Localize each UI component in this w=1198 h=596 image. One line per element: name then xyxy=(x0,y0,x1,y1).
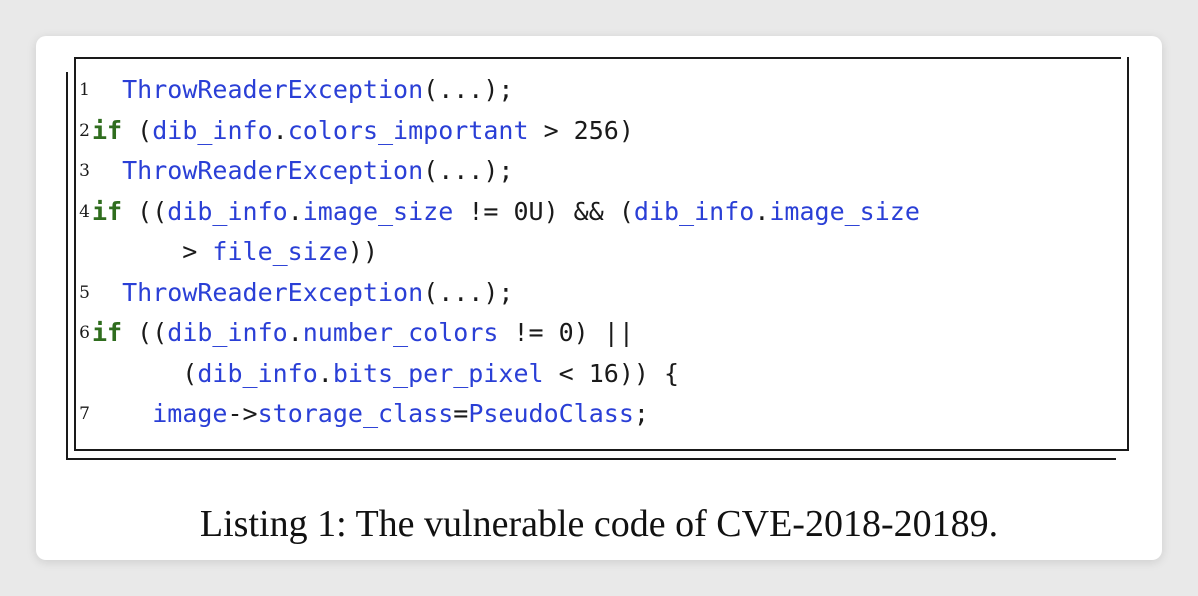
code-identifier: dib_info xyxy=(167,196,288,226)
code-line: 4 if ((dib_info.image_size != 0U) && (dib… xyxy=(72,192,1082,233)
code-punctuation: > 256) xyxy=(528,115,634,145)
code-line: 6 if ((dib_info.number_colors != 0) || xyxy=(72,313,1082,354)
line-number: 3 xyxy=(79,161,90,181)
line-number: 6 xyxy=(79,323,90,343)
frame-bottom-outer-rule xyxy=(66,458,1116,460)
code-punctuation: -> xyxy=(227,399,258,428)
code-punctuation: ; xyxy=(633,399,649,428)
code-identifier: PseudoClass xyxy=(468,399,634,428)
code-keyword: if xyxy=(92,318,123,347)
code-identifier: image xyxy=(152,399,228,428)
code-identifier: image_size xyxy=(302,196,454,226)
code-text: ThrowReaderException(...); xyxy=(92,151,513,192)
code-text: (dib_info.bits_per_pixel < 16)) { xyxy=(92,354,679,395)
code-line: (dib_info.bits_per_pixel < 16)) { xyxy=(72,354,1082,395)
code-punctuation: . xyxy=(272,115,288,145)
code-punctuation: != 0) || xyxy=(498,318,634,347)
code-punctuation: . xyxy=(287,196,303,226)
code-text: if ((dib_info.image_size != 0U) && (dib_… xyxy=(92,192,920,233)
code-text: if ((dib_info.number_colors != 0) || xyxy=(92,313,634,354)
code-keyword: if xyxy=(92,115,123,145)
code-punctuation: ( xyxy=(122,115,153,145)
code-text: image->storage_class=PseudoClass; xyxy=(92,394,649,435)
code-line: 2 if (dib_info.colors_important > 256) xyxy=(72,111,1082,152)
code-identifier: storage_class xyxy=(257,399,454,428)
code-punctuation: != 0U) && ( xyxy=(453,196,634,226)
code-punctuation: < 16)) { xyxy=(543,358,680,388)
code-punctuation xyxy=(92,156,122,185)
code-identifier: colors_important xyxy=(287,115,529,145)
code-punctuation: = xyxy=(453,399,469,428)
code-punctuation: (...); xyxy=(423,277,514,307)
line-number: 2 xyxy=(79,120,90,141)
code-identifier: image_size xyxy=(769,196,920,226)
code-punctuation xyxy=(92,399,152,428)
code-identifier: ThrowReaderException xyxy=(122,156,424,185)
code-punctuation: ( xyxy=(92,358,198,388)
line-number: 5 xyxy=(79,282,90,303)
code-identifier: ThrowReaderException xyxy=(122,277,424,307)
code-punctuation: (...); xyxy=(423,156,514,185)
code-identifier: dib_info xyxy=(152,115,273,145)
paper-page: 1 ThrowReaderException(...); 2 if (dib_inf… xyxy=(36,36,1162,560)
code-keyword: if xyxy=(92,196,123,226)
line-number: 7 xyxy=(79,404,90,424)
code-line: 1 ThrowReaderException(...); xyxy=(72,70,1082,111)
code-punctuation: (...); xyxy=(423,75,514,104)
line-number: 1 xyxy=(79,80,90,100)
code-text: if (dib_info.colors_important > 256) xyxy=(92,111,634,152)
code-identifier: dib_info xyxy=(197,358,318,388)
code-punctuation: . xyxy=(317,358,333,388)
code-punctuation: . xyxy=(287,318,303,347)
code-text: > file_size)) xyxy=(92,232,378,273)
code-text: ThrowReaderException(...); xyxy=(92,70,513,111)
code-identifier: number_colors xyxy=(302,318,499,347)
code-punctuation: > xyxy=(92,237,213,266)
code-punctuation: (( xyxy=(122,196,168,226)
frame-left-outer-rule xyxy=(66,72,68,460)
code-punctuation: . xyxy=(754,196,770,226)
code-identifier: ThrowReaderException xyxy=(122,75,424,104)
code-identifier: bits_per_pixel xyxy=(332,358,544,388)
code-text: ThrowReaderException(...); xyxy=(92,273,513,314)
code-line: > file_size)) xyxy=(72,232,1082,273)
code-identifier: dib_info xyxy=(167,318,288,347)
code-line: 3 ThrowReaderException(...); xyxy=(72,151,1082,192)
frame-top-rule xyxy=(76,57,1121,59)
code-line: 7 image->storage_class=PseudoClass; xyxy=(72,394,1082,435)
code-identifier: file_size xyxy=(212,237,348,266)
code-punctuation: (( xyxy=(122,318,168,347)
frame-bottom-inner-rule xyxy=(74,449,1129,451)
frame-right-rule xyxy=(1127,57,1129,451)
code-punctuation: )) xyxy=(347,237,378,266)
code-identifier: dib_info xyxy=(633,196,755,226)
code-line: 5 ThrowReaderException(...); xyxy=(72,273,1082,314)
code-punctuation xyxy=(92,278,122,307)
code-punctuation xyxy=(92,75,122,104)
listing-caption: Listing 1: The vulnerable code of CVE-20… xyxy=(199,503,999,545)
line-number: 4 xyxy=(79,201,90,222)
code-listing: 1 ThrowReaderException(...); 2 if (dib_inf… xyxy=(72,70,1082,435)
